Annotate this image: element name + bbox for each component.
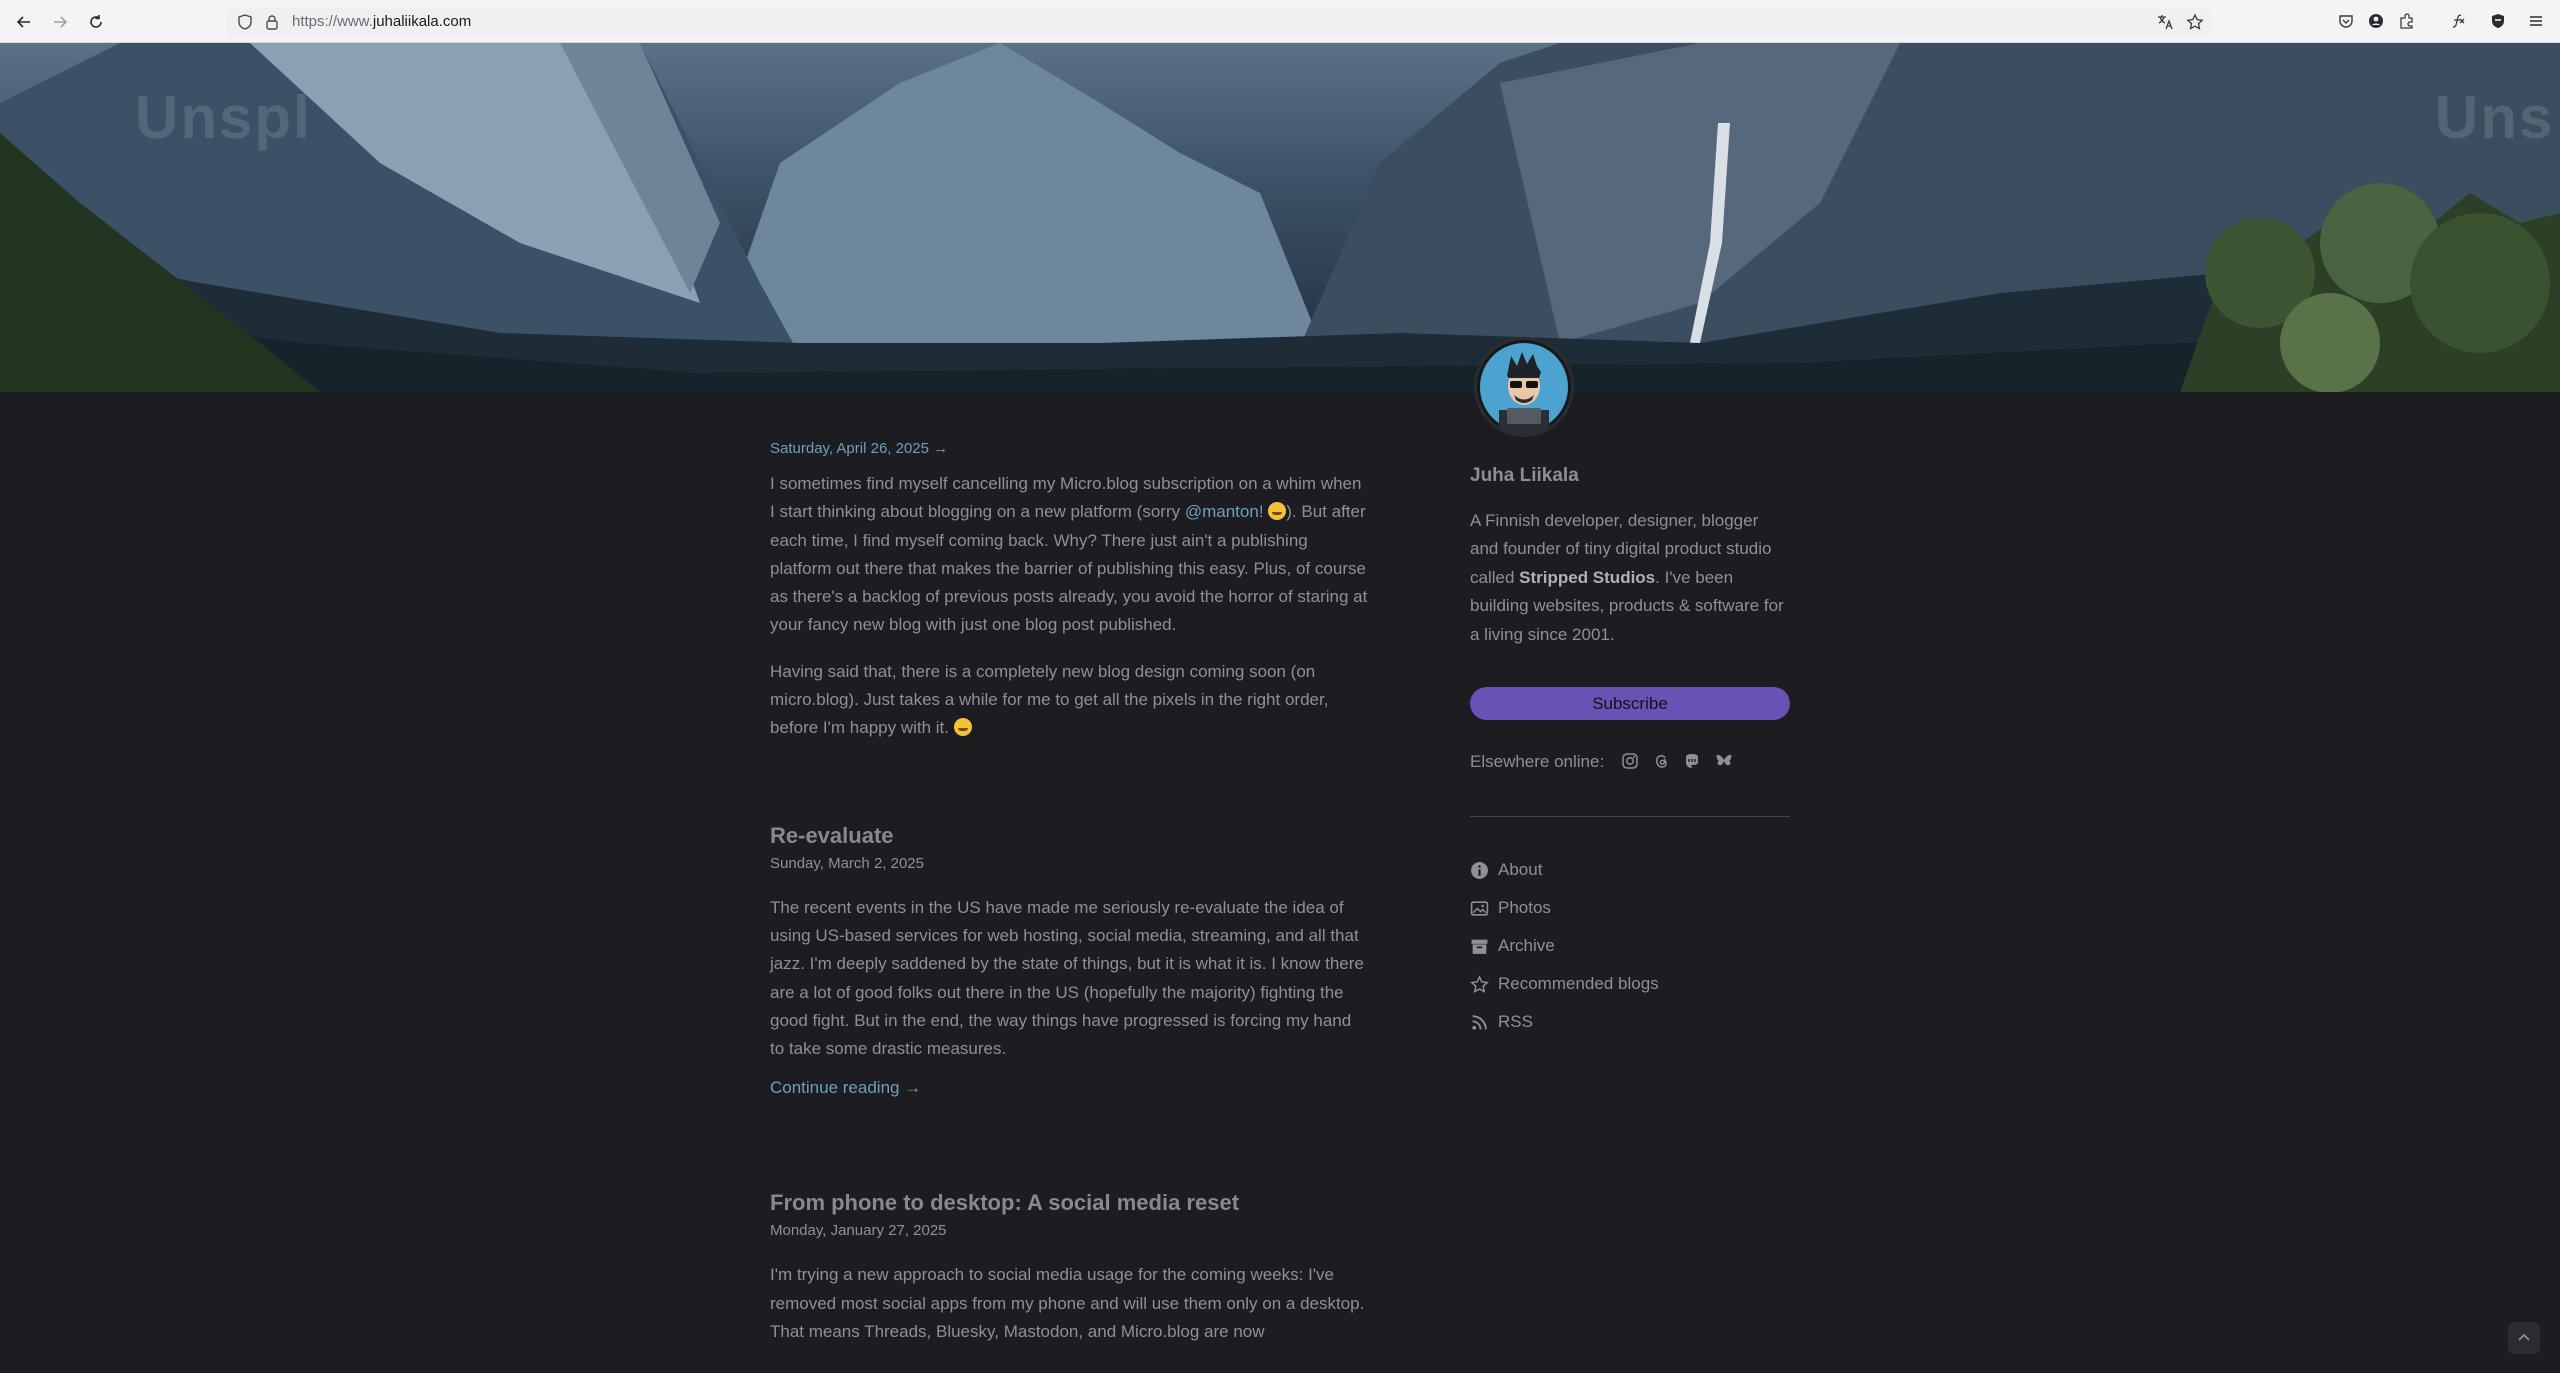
url-prefix: https://www.: [292, 13, 373, 30]
post-date-link[interactable]: Saturday, April 26, 2025 →: [770, 440, 1370, 457]
sidebar-divider: [1470, 816, 1790, 817]
sidebar-item-recommended-blogs[interactable]: Recommended blogs: [1470, 974, 1659, 994]
hero-watermark-left: Unspl: [135, 84, 312, 151]
star-icon: [1470, 974, 1489, 993]
extensions-button[interactable]: [2396, 10, 2418, 32]
mention-link[interactable]: @manton: [1185, 502, 1259, 521]
translate-icon[interactable]: [2156, 13, 2174, 31]
continue-reading-link[interactable]: Continue reading →: [770, 1078, 921, 1098]
smiling-emoji-icon: [953, 718, 972, 737]
pocket-icon: [2339, 15, 2353, 28]
post-date[interactable]: Sunday, March 2, 2025: [770, 855, 1370, 872]
scroll-to-top-button[interactable]: [2508, 1322, 2540, 1354]
puzzle-icon: [2400, 13, 2413, 29]
chevron-up-icon: [2518, 1333, 2530, 1341]
function-icon: [2452, 14, 2465, 28]
sidebar-item-label: RSS: [1498, 1012, 1533, 1031]
bookmark-star-icon[interactable]: [2186, 13, 2204, 31]
info-icon: [1471, 861, 1488, 879]
lock-icon[interactable]: [263, 13, 281, 31]
sidebar-item-photos[interactable]: Photos: [1470, 898, 1551, 918]
post-paragraph: I sometimes find myself cancelling my Mi…: [770, 470, 1370, 640]
sidebar-item-label: Archive: [1498, 936, 1555, 955]
bluesky-link[interactable]: [1714, 751, 1734, 771]
post-paragraph: Having said that, there is a completely …: [770, 658, 1370, 743]
hero-landscape-image: [0, 43, 2560, 392]
author-bio: A Finnish developer, designer, blogger a…: [1470, 507, 1790, 649]
hero-watermark-right: Uns: [2435, 84, 2555, 151]
sidebar-item-label: Recommended blogs: [1498, 974, 1659, 993]
avatar-image: [1480, 343, 1568, 434]
shield-icon: [2492, 14, 2504, 28]
bluesky-icon: [1716, 754, 1732, 766]
pocket-button[interactable]: [2335, 10, 2357, 32]
instagram-link[interactable]: [1620, 751, 1640, 771]
sidebar-item-label: About: [1498, 860, 1543, 879]
subscribe-button[interactable]: Subscribe: [1470, 687, 1790, 720]
account-button[interactable]: [2365, 10, 2387, 32]
reload-icon: [90, 15, 102, 28]
address-bar[interactable]: https://www.juhaliikala.com: [226, 7, 2211, 37]
tracking-shield-icon[interactable]: [236, 13, 254, 31]
reload-button[interactable]: [82, 8, 110, 36]
author-name: Juha Liikala: [1470, 465, 1579, 486]
sidebar-item-rss[interactable]: RSS: [1470, 1012, 1533, 1032]
rss-icon: [1472, 1014, 1487, 1030]
script-button[interactable]: [2447, 10, 2469, 32]
post-paragraph: The recent events in the US have made me…: [770, 897, 1364, 1059]
post-paragraph: I'm trying a new approach to social medi…: [770, 1265, 1365, 1342]
grinning-emoji-icon: [1268, 502, 1287, 521]
back-arrow-icon: [16, 16, 30, 28]
post-1: Saturday, April 26, 2025 → I sometimes f…: [770, 440, 1370, 743]
browser-toolbar: https://www.juhaliikala.com: [0, 0, 2560, 43]
back-button[interactable]: [10, 8, 38, 36]
forward-arrow-icon: [54, 16, 68, 28]
sidebar-item-archive[interactable]: Archive: [1470, 936, 1555, 956]
url-text[interactable]: https://www.juhaliikala.com: [292, 13, 471, 31]
threads-icon: [1656, 755, 1667, 768]
paragraph-text: Having said that, there is a completely …: [770, 661, 1329, 738]
account-icon: [2369, 14, 2383, 28]
threads-link[interactable]: [1651, 751, 1671, 771]
post-list: Saturday, April 26, 2025 → I sometimes f…: [770, 440, 1370, 1346]
post-title-link[interactable]: From phone to desktop: A social media re…: [770, 1190, 1370, 1216]
url-domain: juhaliikala.com: [372, 13, 472, 30]
avatar[interactable]: [1474, 337, 1574, 437]
post-3: From phone to desktop: A social media re…: [770, 1190, 1370, 1346]
elsewhere-label: Elsewhere online:: [1470, 752, 1605, 771]
post-2: Re-evaluate Sunday, March 2, 2025 The re…: [770, 823, 1370, 1099]
hamburger-icon: [2530, 16, 2542, 26]
sidebar-item-about[interactable]: About: [1470, 860, 1542, 880]
mastodon-icon: [1686, 754, 1698, 768]
instagram-icon: [1622, 753, 1638, 769]
post-date[interactable]: Monday, January 27, 2025: [770, 1222, 1370, 1239]
photo-icon: [1470, 900, 1489, 916]
sidebar-item-label: Photos: [1498, 898, 1551, 917]
hero-banner: Unspl Uns: [0, 43, 2560, 392]
studio-name: Stripped Studios: [1519, 567, 1656, 587]
forward-button[interactable]: [46, 8, 74, 36]
paragraph-text: ). But after each time, I find myself co…: [770, 502, 1368, 635]
archive-icon: [1471, 939, 1488, 954]
adblock-button[interactable]: [2487, 10, 2509, 32]
menu-button[interactable]: [2525, 10, 2547, 32]
paragraph-text: !: [1258, 502, 1269, 522]
mastodon-link[interactable]: [1682, 751, 1702, 771]
post-title-link[interactable]: Re-evaluate: [770, 823, 1370, 849]
